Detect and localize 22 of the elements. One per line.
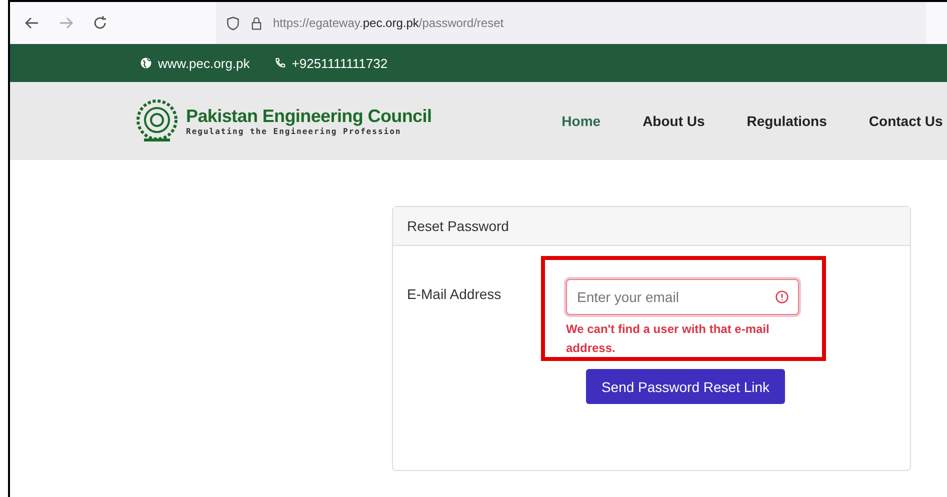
reload-icon[interactable] xyxy=(92,15,108,31)
organization-name: Pakistan Engineering Council xyxy=(186,106,432,127)
error-message: We can't find a user with that e-mail address. xyxy=(566,321,770,357)
nav-link[interactable]: Home xyxy=(562,113,601,129)
error-icon xyxy=(775,290,789,304)
address-bar[interactable]: https://egateway.pec.org.pk/password/reset xyxy=(216,2,926,44)
nav-link[interactable]: About Us xyxy=(642,113,705,129)
url-text: https://egateway.pec.org.pk/password/reset xyxy=(273,16,504,30)
phone-icon xyxy=(274,57,286,69)
field-label: E-Mail Address xyxy=(406,285,502,302)
send-reset-link-button[interactable]: Send Password Reset Link xyxy=(586,369,785,404)
globe-icon xyxy=(140,57,152,69)
phone-number: +9251111111732 xyxy=(292,56,388,70)
tagline: Regulating the Engineering Profession xyxy=(186,127,402,136)
lock-icon xyxy=(250,16,263,30)
card-title: Reset Password xyxy=(407,218,509,234)
nav-link[interactable]: Regulations xyxy=(746,113,827,129)
shield-icon xyxy=(226,16,240,30)
nav-link[interactable]: Contact Us xyxy=(868,113,943,129)
website-link[interactable]: www.pec.org.pk xyxy=(158,56,250,70)
back-icon[interactable] xyxy=(24,15,40,31)
email-field[interactable]: Enter your email xyxy=(566,279,799,315)
